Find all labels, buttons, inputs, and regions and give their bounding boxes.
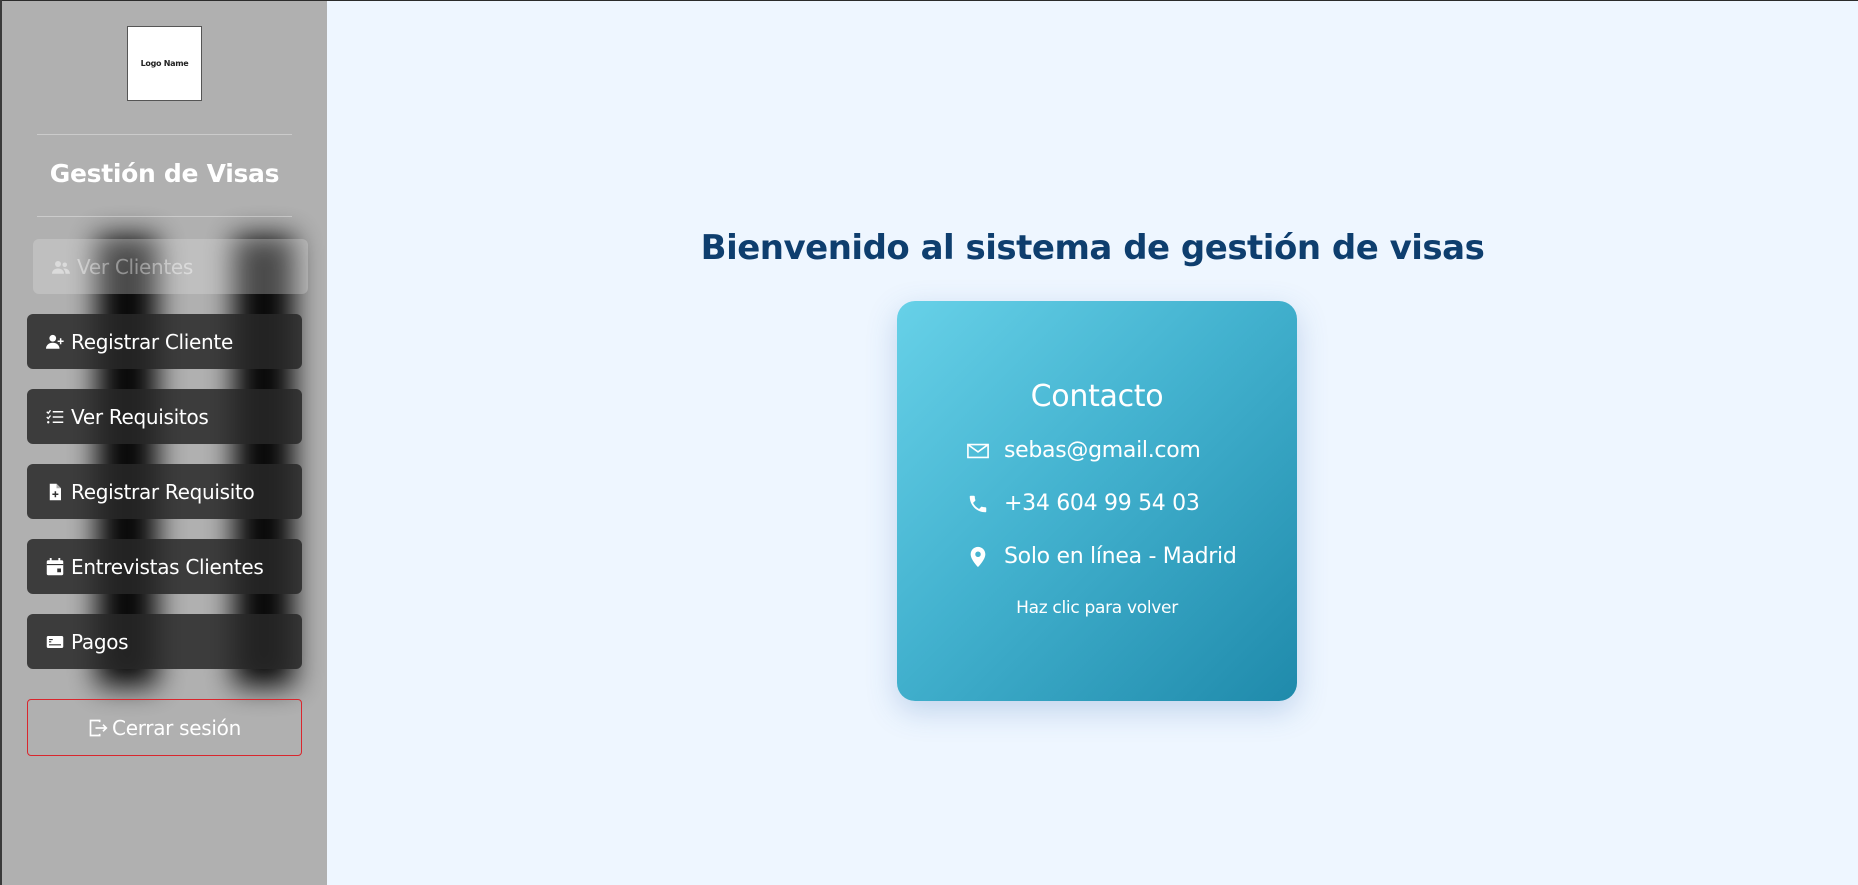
file-plus-icon: [45, 482, 65, 502]
contact-phone[interactable]: +34 604 99 54 03: [1004, 491, 1200, 516]
contact-location: Solo en línea - Madrid: [1004, 544, 1237, 569]
logout-icon: [89, 719, 108, 736]
contact-card[interactable]: Contacto sebas@gmail.com +34 604 99 54 0…: [897, 301, 1297, 701]
sidebar-title: Gestión de Visas: [49, 159, 280, 188]
contact-card-title: Contacto: [1030, 379, 1164, 414]
list-check-icon: [45, 407, 65, 427]
contact-email[interactable]: sebas@gmail.com: [1004, 438, 1201, 463]
contact-email-row: sebas@gmail.com: [965, 438, 1201, 463]
sidebar-item-registrar-cliente[interactable]: Registrar Cliente: [27, 314, 302, 369]
window-left-border: [0, 0, 2, 885]
users-icon: [51, 257, 71, 277]
sidebar-item-label: Entrevistas Clientes: [71, 554, 264, 579]
sidebar-item-label: Registrar Cliente: [71, 329, 233, 354]
logout-button[interactable]: Cerrar sesión: [27, 699, 302, 756]
sidebar-item-ver-requisitos[interactable]: Ver Requisitos: [27, 389, 302, 444]
contact-location-row: Solo en línea - Madrid: [965, 544, 1237, 569]
location-pin-icon: [965, 545, 991, 569]
logo[interactable]: Logo Name: [127, 26, 202, 101]
sidebar-item-ver-clientes[interactable]: Ver Clientes: [33, 239, 308, 294]
logout-label: Cerrar sesión: [112, 715, 241, 740]
sidebar-item-label: Registrar Requisito: [71, 479, 255, 504]
page-title: Bienvenido al sistema de gestión de visa…: [700, 228, 1485, 268]
sidebar: Logo Name Gestión de Visas Ver Clientes …: [2, 1, 327, 885]
divider: [37, 216, 292, 217]
envelope-icon: [965, 439, 991, 463]
sidebar-item-pagos[interactable]: Pagos: [27, 614, 302, 669]
sidebar-item-entrevistas-clientes[interactable]: Entrevistas Clientes: [27, 539, 302, 594]
card-hint: Haz clic para volver: [1016, 598, 1178, 618]
sidebar-item-label: Pagos: [71, 629, 129, 654]
calendar-icon: [45, 557, 65, 577]
credit-card-icon: [45, 632, 65, 652]
phone-icon: [965, 492, 991, 516]
logo-text: Logo Name: [140, 59, 189, 68]
sidebar-item-label: Ver Clientes: [77, 254, 194, 279]
sidebar-item-label: Ver Requisitos: [71, 404, 209, 429]
user-plus-icon: [45, 332, 65, 352]
contact-phone-row: +34 604 99 54 03: [965, 491, 1200, 516]
sidebar-item-registrar-requisito[interactable]: Registrar Requisito: [27, 464, 302, 519]
divider: [37, 134, 292, 135]
